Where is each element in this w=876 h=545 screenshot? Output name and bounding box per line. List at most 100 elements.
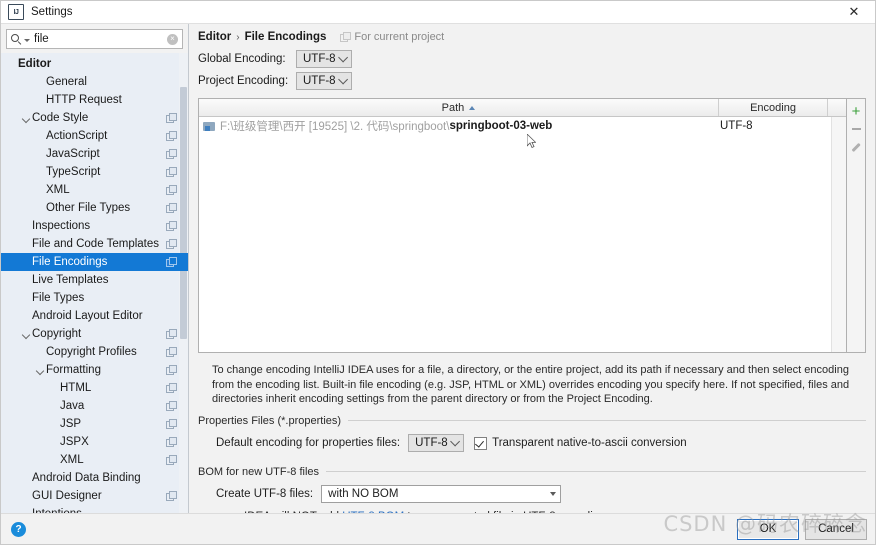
help-icon[interactable]: ? (11, 521, 26, 537)
project-scope-icon (166, 221, 177, 231)
sidebar-item-jsp[interactable]: JSP (1, 415, 188, 433)
sidebar-item-javascript[interactable]: JavaScript (1, 145, 188, 163)
ok-button[interactable]: OK (737, 518, 799, 540)
settings-dialog: IJ Settings ✕ file × Editor General HTTP R… (0, 0, 876, 545)
project-scope-icon (166, 347, 177, 357)
sidebar-item-android-data-binding[interactable]: Android Data Binding (1, 469, 188, 487)
column-header-pad (828, 99, 846, 116)
properties-group-title-label: Properties Files (*.properties) (198, 414, 342, 427)
sidebar-item-file-encodings[interactable]: File Encodings (1, 253, 188, 271)
project-scope-icon (166, 203, 177, 213)
sidebar-item-label: Android Layout Editor (32, 310, 143, 322)
default-properties-encoding-select[interactable]: UTF-8 (408, 434, 465, 452)
sidebar-item-copyright[interactable]: Copyright (1, 325, 188, 343)
sidebar-item-code-style[interactable]: Code Style (1, 109, 188, 127)
breadcrumb-current: File Encodings (244, 31, 327, 43)
project-scope-icon (166, 149, 177, 159)
properties-group-title: Properties Files (*.properties) (198, 415, 866, 427)
sidebar-item-editor[interactable]: Editor (1, 55, 188, 73)
sidebar-item-label: Java (60, 400, 85, 412)
project-scope-icon (166, 167, 177, 177)
project-encoding-label: Project Encoding: (198, 75, 289, 87)
settings-sidebar: file × Editor General HTTP Request Code Sty… (1, 24, 189, 513)
remove-icon[interactable] (848, 120, 864, 138)
global-encoding-select[interactable]: UTF-8 (296, 50, 352, 68)
chevron-down-icon (449, 436, 460, 447)
path-name: springboot-03-web (449, 120, 553, 132)
chevron-down-icon[interactable] (24, 39, 30, 42)
column-header-path[interactable]: Path (199, 99, 719, 116)
search-row: file × (1, 24, 188, 53)
sidebar-item-inspections[interactable]: Inspections (1, 217, 188, 235)
sidebar-item-actionscript[interactable]: ActionScript (1, 127, 188, 145)
sidebar-item-label: File Types (32, 292, 85, 304)
scope-hint-label: For current project (354, 31, 445, 43)
sidebar-item-jspx[interactable]: JSPX (1, 433, 188, 451)
sidebar-item-http-request[interactable]: HTTP Request (1, 91, 188, 109)
sidebar-item-label: JSPX (60, 436, 89, 448)
sidebar-item-html[interactable]: HTML (1, 379, 188, 397)
breadcrumb-separator: › (236, 31, 240, 43)
chevron-down-icon[interactable] (35, 365, 46, 376)
sidebar-item-other-file-types[interactable]: Other File Types (1, 199, 188, 217)
sidebar-item-java[interactable]: Java (1, 397, 188, 415)
create-utf8-label: Create UTF-8 files: (216, 488, 314, 500)
chevron-down-icon[interactable] (21, 329, 32, 340)
sidebar-item-formatting[interactable]: Formatting (1, 361, 188, 379)
transparent-conversion-label: Transparent native-to-ascii conversion (492, 437, 687, 449)
sidebar-item-label: Copyright (32, 328, 82, 340)
cell-encoding[interactable]: UTF-8 (712, 120, 828, 132)
project-encoding-select[interactable]: UTF-8 (296, 72, 352, 90)
project-scope-icon (166, 383, 177, 393)
sidebar-item-gui-designer[interactable]: GUI Designer (1, 487, 188, 505)
project-scope-icon (166, 257, 177, 267)
sidebar-item-typescript[interactable]: TypeScript (1, 163, 188, 181)
create-utf8-select[interactable]: with NO BOM (321, 485, 562, 503)
close-icon[interactable]: ✕ (833, 1, 875, 22)
window-title: Settings (31, 6, 73, 18)
add-icon[interactable]: + (848, 102, 864, 120)
sidebar-item-intentions[interactable]: Intentions (1, 505, 188, 513)
sidebar-item-android-layout-editor[interactable]: Android Layout Editor (1, 307, 188, 325)
clear-icon[interactable]: × (167, 33, 178, 45)
default-properties-encoding-value: UTF-8 (415, 437, 448, 449)
sidebar-item-label: Inspections (32, 220, 91, 232)
sidebar-item-label: Android Data Binding (32, 472, 141, 484)
sidebar-item-live-templates[interactable]: Live Templates (1, 271, 188, 289)
cancel-button[interactable]: Cancel (805, 518, 867, 540)
sidebar-item-xml[interactable]: XML (1, 181, 188, 199)
breadcrumb-root[interactable]: Editor (198, 31, 231, 43)
sidebar-item-general[interactable]: General (1, 73, 188, 91)
search-input[interactable]: file × (6, 29, 183, 49)
settings-tree[interactable]: Editor General HTTP Request Code Style Actio… (1, 53, 188, 513)
global-encoding-row: Global Encoding: UTF-8 (198, 50, 866, 68)
column-header-encoding[interactable]: Encoding (719, 99, 828, 116)
sidebar-item-copyright-profiles[interactable]: Copyright Profiles (1, 343, 188, 361)
table-row[interactable]: F:\班级管理\西开 [19525] \2. 代码\springboot\ spr… (199, 117, 846, 135)
sidebar-item-xml[interactable]: XML (1, 451, 188, 469)
sidebar-item-label: ActionScript (46, 130, 108, 142)
edit-icon[interactable] (848, 138, 864, 156)
sidebar-item-file-and-code-templates[interactable]: File and Code Templates (1, 235, 188, 253)
sidebar-item-label: JavaScript (46, 148, 100, 160)
table-scrollbar[interactable] (831, 117, 846, 352)
chevron-down-icon[interactable] (21, 113, 32, 124)
sidebar-item-file-types[interactable]: File Types (1, 289, 188, 307)
table-body[interactable]: F:\班级管理\西开 [19525] \2. 代码\springboot\ spr… (199, 117, 846, 352)
transparent-conversion-checkbox[interactable]: Transparent native-to-ascii conversion (474, 436, 687, 450)
project-encoding-row: Project Encoding: UTF-8 (198, 72, 866, 90)
sidebar-item-label: GUI Designer (32, 490, 102, 502)
project-scope-icon (166, 419, 177, 429)
